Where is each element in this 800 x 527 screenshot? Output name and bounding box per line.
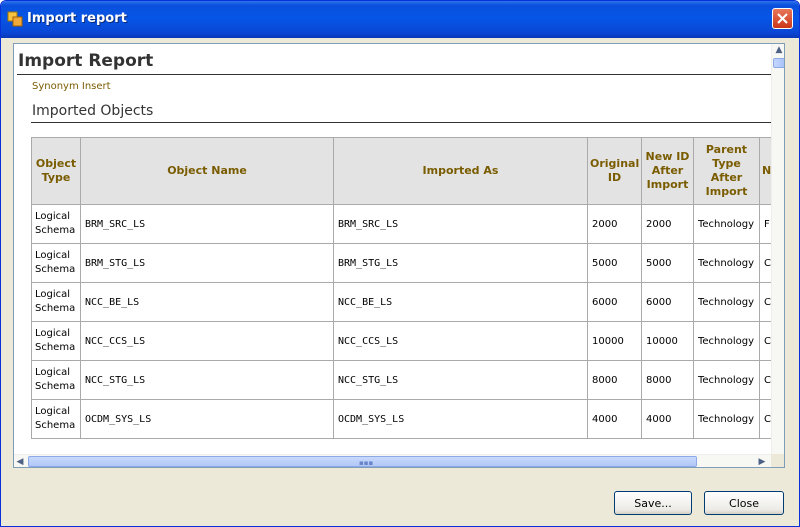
- vertical-scroll-thumb[interactable]: [773, 58, 784, 68]
- cell-new-id: 8000: [641, 360, 694, 400]
- header-imported-as: Imported As: [333, 137, 588, 205]
- save-button[interactable]: Save...: [614, 491, 692, 515]
- horizontal-scrollbar[interactable]: ◀ ▪▪▪ ▶: [14, 454, 771, 467]
- table-row: Logical Schema BRM_STG_LS BRM_STG_LS 500…: [31, 243, 771, 283]
- section-title: Imported Objects: [32, 103, 154, 119]
- scroll-up-icon[interactable]: ▲: [773, 44, 784, 56]
- title-bar[interactable]: Import report: [1, 1, 799, 38]
- cell-object-name: NCC_BE_LS: [80, 282, 334, 322]
- cell-imported-as: BRM_STG_LS: [333, 243, 588, 283]
- table-row: Logical Schema NCC_CCS_LS NCC_CCS_LS 100…: [31, 321, 771, 361]
- report-frame: Import Report Synonym Insert Imported Ob…: [13, 43, 785, 468]
- cell-object-name: NCC_CCS_LS: [80, 321, 334, 361]
- table-row: Logical Schema NCC_BE_LS NCC_BE_LS 6000 …: [31, 282, 771, 322]
- header-new-id: New ID After Import: [641, 137, 694, 205]
- cell-original-id: 5000: [587, 243, 642, 283]
- title-divider: [17, 74, 771, 75]
- cell-object-type: Logical Schema: [31, 282, 81, 322]
- header-original-id: Original ID: [587, 137, 642, 205]
- cell-object-type: Logical Schema: [31, 399, 81, 439]
- cell-imported-as: BRM_SRC_LS: [333, 204, 588, 244]
- cell-object-type: Logical Schema: [31, 243, 81, 283]
- cell-clipped: F: [759, 204, 771, 244]
- scroll-corner: [771, 454, 784, 467]
- cell-object-type: Logical Schema: [31, 321, 81, 361]
- report-content: Import Report Synonym Insert Imported Ob…: [14, 44, 771, 454]
- cell-object-name: BRM_SRC_LS: [80, 204, 334, 244]
- table-header-row: Object Type Object Name Imported As Orig…: [31, 137, 771, 205]
- window-close-button[interactable]: [772, 8, 793, 29]
- imported-objects-table: Object Type Object Name Imported As Orig…: [31, 137, 771, 439]
- header-parent-type: Parent Type After Import: [693, 137, 760, 205]
- cell-object-type: Logical Schema: [31, 360, 81, 400]
- table-row: Logical Schema BRM_SRC_LS BRM_SRC_LS 200…: [31, 204, 771, 244]
- scroll-right-icon[interactable]: ▶: [756, 456, 768, 467]
- cell-original-id: 4000: [587, 399, 642, 439]
- cell-object-name: BRM_STG_LS: [80, 243, 334, 283]
- section-divider: [31, 122, 771, 123]
- header-object-name: Object Name: [80, 137, 334, 205]
- app-icon: [7, 11, 23, 27]
- table-row: Logical Schema OCDM_SYS_LS OCDM_SYS_LS 4…: [31, 399, 771, 439]
- cell-new-id: 4000: [641, 399, 694, 439]
- close-button[interactable]: Close: [704, 491, 784, 515]
- cell-parent-type: Technology: [693, 360, 760, 400]
- cell-new-id: 2000: [641, 204, 694, 244]
- cell-parent-type: Technology: [693, 204, 760, 244]
- cell-original-id: 2000: [587, 204, 642, 244]
- import-report-window: Import report Import Report Synonym Inse…: [0, 0, 800, 527]
- grip-icon: ▪▪▪: [359, 459, 374, 467]
- cell-object-name: OCDM_SYS_LS: [80, 399, 334, 439]
- cell-new-id: 6000: [641, 282, 694, 322]
- close-icon: [777, 13, 788, 24]
- header-object-type: Object Type: [31, 137, 81, 205]
- cell-imported-as: NCC_BE_LS: [333, 282, 588, 322]
- report-title: Import Report: [18, 51, 154, 71]
- cell-imported-as: NCC_STG_LS: [333, 360, 588, 400]
- cell-original-id: 8000: [587, 360, 642, 400]
- cell-clipped: C: [759, 243, 771, 283]
- cell-parent-type: Technology: [693, 399, 760, 439]
- scroll-left-icon[interactable]: ◀: [14, 456, 26, 467]
- cell-original-id: 6000: [587, 282, 642, 322]
- header-clipped: N: [759, 137, 771, 205]
- table-row: Logical Schema NCC_STG_LS NCC_STG_LS 800…: [31, 360, 771, 400]
- cell-clipped: C: [759, 399, 771, 439]
- cell-new-id: 10000: [641, 321, 694, 361]
- cell-clipped: C: [759, 321, 771, 361]
- cell-clipped: C: [759, 282, 771, 322]
- horizontal-scroll-thumb[interactable]: ▪▪▪: [28, 456, 697, 467]
- cell-parent-type: Technology: [693, 321, 760, 361]
- cell-original-id: 10000: [587, 321, 642, 361]
- cell-imported-as: NCC_CCS_LS: [333, 321, 588, 361]
- vertical-scrollbar[interactable]: ▲: [771, 44, 784, 454]
- cell-object-type: Logical Schema: [31, 204, 81, 244]
- cell-parent-type: Technology: [693, 282, 760, 322]
- cell-new-id: 5000: [641, 243, 694, 283]
- cell-object-name: NCC_STG_LS: [80, 360, 334, 400]
- window-title: Import report: [27, 11, 127, 26]
- cell-clipped: C: [759, 360, 771, 400]
- cell-parent-type: Technology: [693, 243, 760, 283]
- cell-imported-as: OCDM_SYS_LS: [333, 399, 588, 439]
- report-subtitle: Synonym Insert: [32, 81, 111, 92]
